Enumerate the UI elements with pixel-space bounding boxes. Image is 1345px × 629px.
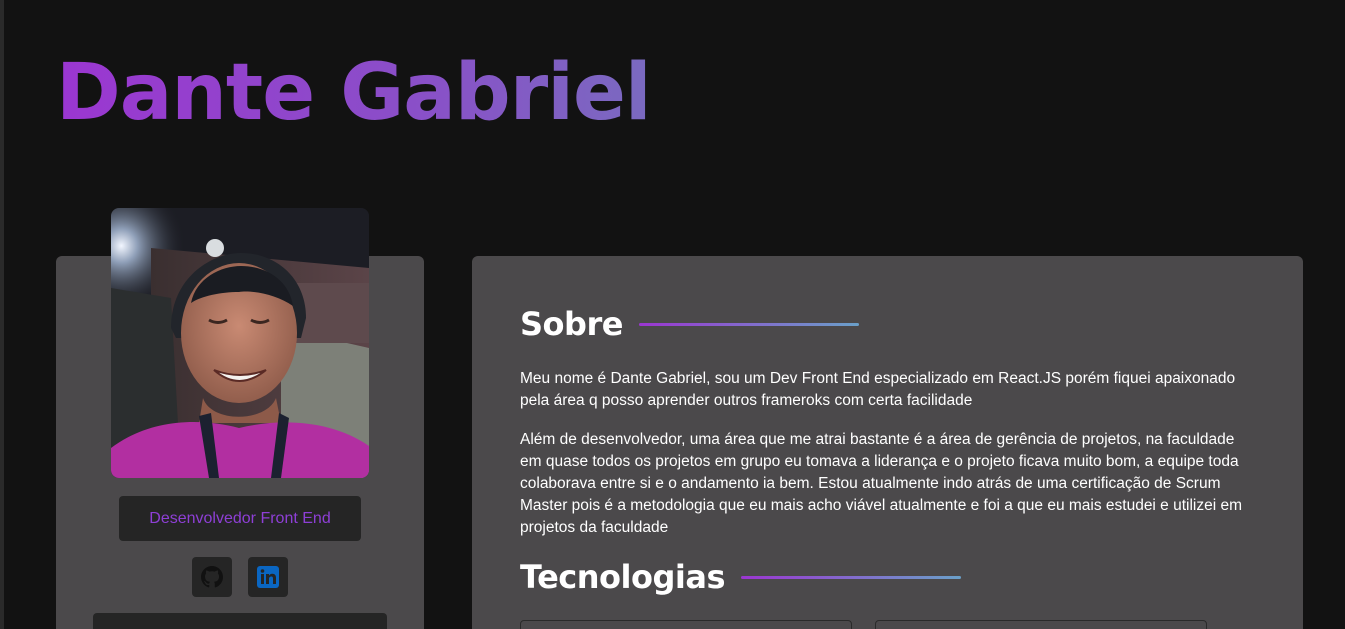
portfolio-page: Dante Gabriel Desenvolvedor Front End So… <box>0 0 1345 629</box>
profile-photo <box>111 208 369 478</box>
technology-card <box>520 620 852 629</box>
profile-bottom-bar <box>93 613 387 629</box>
linkedin-icon <box>257 566 279 588</box>
technologies-heading-divider <box>740 575 961 579</box>
page-title: Dante Gabriel <box>56 48 652 138</box>
about-heading: Sobre <box>520 305 859 343</box>
github-button[interactable] <box>192 557 232 597</box>
about-heading-divider <box>638 322 859 326</box>
role-badge: Desenvolvedor Front End <box>119 496 361 541</box>
about-heading-text: Sobre <box>520 305 623 343</box>
technology-card <box>875 620 1207 629</box>
about-paragraph-1: Meu nome é Dante Gabriel, sou um Dev Fro… <box>520 370 1236 409</box>
github-icon <box>201 566 223 588</box>
about-paragraph-2: Além de desenvolvedor, uma área que me a… <box>520 431 1243 536</box>
technologies-heading: Tecnologias <box>520 558 961 596</box>
technologies-heading-text: Tecnologias <box>520 558 725 596</box>
linkedin-button[interactable] <box>248 557 288 597</box>
